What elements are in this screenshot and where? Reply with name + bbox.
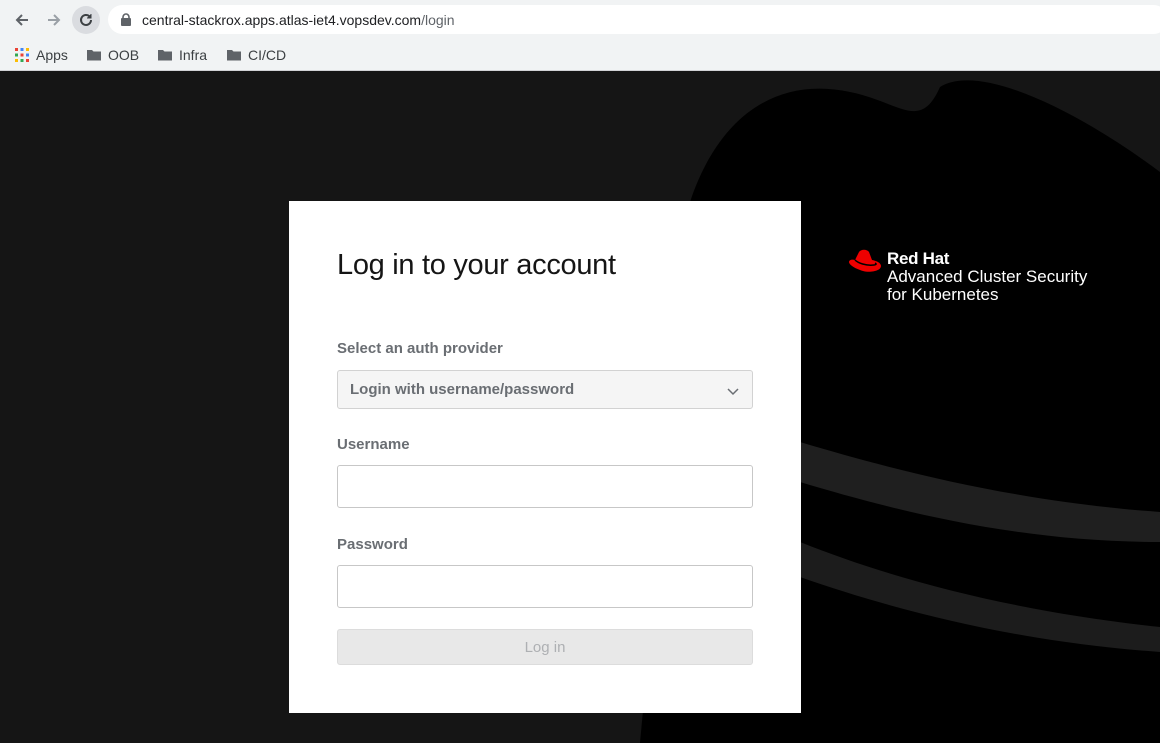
reload-button[interactable] [72,6,100,34]
bookmark-label: CI/CD [248,47,287,63]
username-label: Username [337,436,410,453]
back-button[interactable] [8,6,36,34]
forward-button[interactable] [40,6,68,34]
login-button[interactable]: Log in [337,629,753,665]
arrow-left-icon [15,14,28,26]
reload-icon [80,13,92,26]
page-title: Log in to your account [337,249,616,281]
bookmarks-bar: Apps OOB Infra CI/CD [0,38,1160,71]
arrow-right-icon [48,14,61,26]
folder-icon [87,50,101,61]
brand-logo: Red Hat Advanced Cluster Security for Ku… [848,249,1128,313]
url-host: central-stackrox.apps.atlas-iet4.vopsdev… [142,12,422,28]
bookmark-label: Apps [36,47,68,63]
url-path: /login [421,12,455,28]
bookmark-infra[interactable]: Infra [157,44,207,66]
bookmark-cicd[interactable]: CI/CD [226,44,286,66]
bookmark-label: Infra [179,47,208,63]
bookmark-label: OOB [108,47,140,63]
bookmark-apps[interactable]: Apps [14,44,68,66]
chevron-down-icon [727,388,739,396]
login-page: Log in to your account Select an auth pr… [0,72,1160,743]
folder-icon [158,50,172,61]
address-bar[interactable]: central-stackrox.apps.atlas-iet4.vopsdev… [108,5,1160,34]
brand-product: Advanced Cluster Security [887,267,1088,286]
login-card: Log in to your account Select an auth pr… [289,201,801,713]
auth-provider-label: Select an auth provider [337,340,503,357]
bookmark-oob[interactable]: OOB [86,44,139,66]
auth-provider-value: Login with username/password [350,381,575,398]
folder-icon [227,50,241,61]
red-hat-logo-icon [849,249,881,272]
auth-provider-select[interactable]: Login with username/password [337,370,753,409]
brand-company: Red Hat [887,249,950,268]
brand-text: Red Hat Advanced Cluster Security for Ku… [887,250,1087,304]
brand-subtitle: for Kubernetes [887,285,999,304]
url-text: central-stackrox.apps.atlas-iet4.vopsdev… [142,12,455,28]
password-label: Password [337,536,408,553]
password-input[interactable] [337,565,753,608]
apps-grid-icon [15,48,29,62]
username-input[interactable] [337,465,753,508]
browser-toolbar: central-stackrox.apps.atlas-iet4.vopsdev… [0,0,1160,38]
lock-icon [121,13,131,26]
